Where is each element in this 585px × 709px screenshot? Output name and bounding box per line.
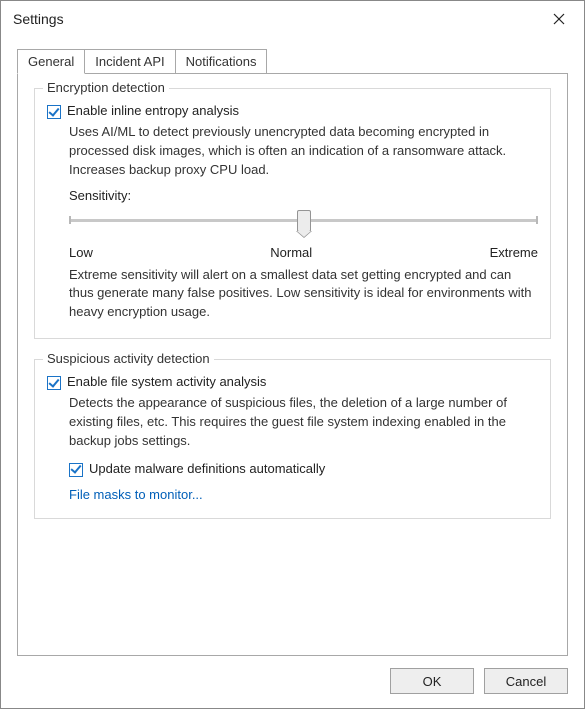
sensitivity-note: Extreme sensitivity will alert on a smal…: [69, 266, 538, 323]
sensitivity-slider[interactable]: [69, 207, 538, 235]
enable-entropy-label: Enable inline entropy analysis: [67, 103, 239, 118]
tab-incident-api[interactable]: Incident API: [84, 49, 175, 74]
close-button[interactable]: [544, 7, 574, 31]
file-masks-link[interactable]: File masks to monitor...: [69, 487, 203, 502]
auto-update-checkbox[interactable]: [69, 463, 83, 477]
encryption-detection-legend: Encryption detection: [43, 80, 169, 95]
close-icon: [553, 13, 565, 25]
dialog-buttons: OK Cancel: [17, 656, 568, 694]
cancel-button[interactable]: Cancel: [484, 668, 568, 694]
enable-fs-analysis-checkbox[interactable]: [47, 376, 61, 390]
window-title: Settings: [13, 11, 64, 27]
sensitivity-section: Sensitivity: Low Normal Extreme: [69, 188, 538, 323]
slider-thumb[interactable]: [297, 210, 311, 232]
enable-fs-analysis-row: Enable file system activity analysis: [47, 374, 538, 390]
slider-labels: Low Normal Extreme: [69, 245, 538, 260]
slider-label-normal: Normal: [270, 245, 312, 260]
slider-label-low: Low: [69, 245, 93, 260]
tab-notifications[interactable]: Notifications: [175, 49, 268, 74]
enable-fs-analysis-label: Enable file system activity analysis: [67, 374, 266, 389]
entropy-description: Uses AI/ML to detect previously unencryp…: [69, 123, 538, 180]
fs-analysis-description: Detects the appearance of suspicious fil…: [69, 394, 538, 451]
tab-general[interactable]: General: [17, 49, 85, 74]
auto-update-row: Update malware definitions automatically: [69, 461, 538, 477]
tab-panel-general: Encryption detection Enable inline entro…: [17, 73, 568, 656]
tab-row: General Incident API Notifications: [17, 49, 568, 74]
client-area: General Incident API Notifications Encry…: [1, 37, 584, 708]
auto-update-label: Update malware definitions automatically: [89, 461, 325, 476]
enable-entropy-checkbox[interactable]: [47, 105, 61, 119]
suspicious-activity-legend: Suspicious activity detection: [43, 351, 214, 366]
titlebar: Settings: [1, 1, 584, 37]
sensitivity-label: Sensitivity:: [69, 188, 538, 203]
suspicious-activity-group: Suspicious activity detection Enable fil…: [34, 359, 551, 519]
enable-entropy-row: Enable inline entropy analysis: [47, 103, 538, 119]
encryption-detection-group: Encryption detection Enable inline entro…: [34, 88, 551, 339]
settings-dialog: Settings General Incident API Notificati…: [0, 0, 585, 709]
ok-button[interactable]: OK: [390, 668, 474, 694]
slider-label-extreme: Extreme: [490, 245, 538, 260]
